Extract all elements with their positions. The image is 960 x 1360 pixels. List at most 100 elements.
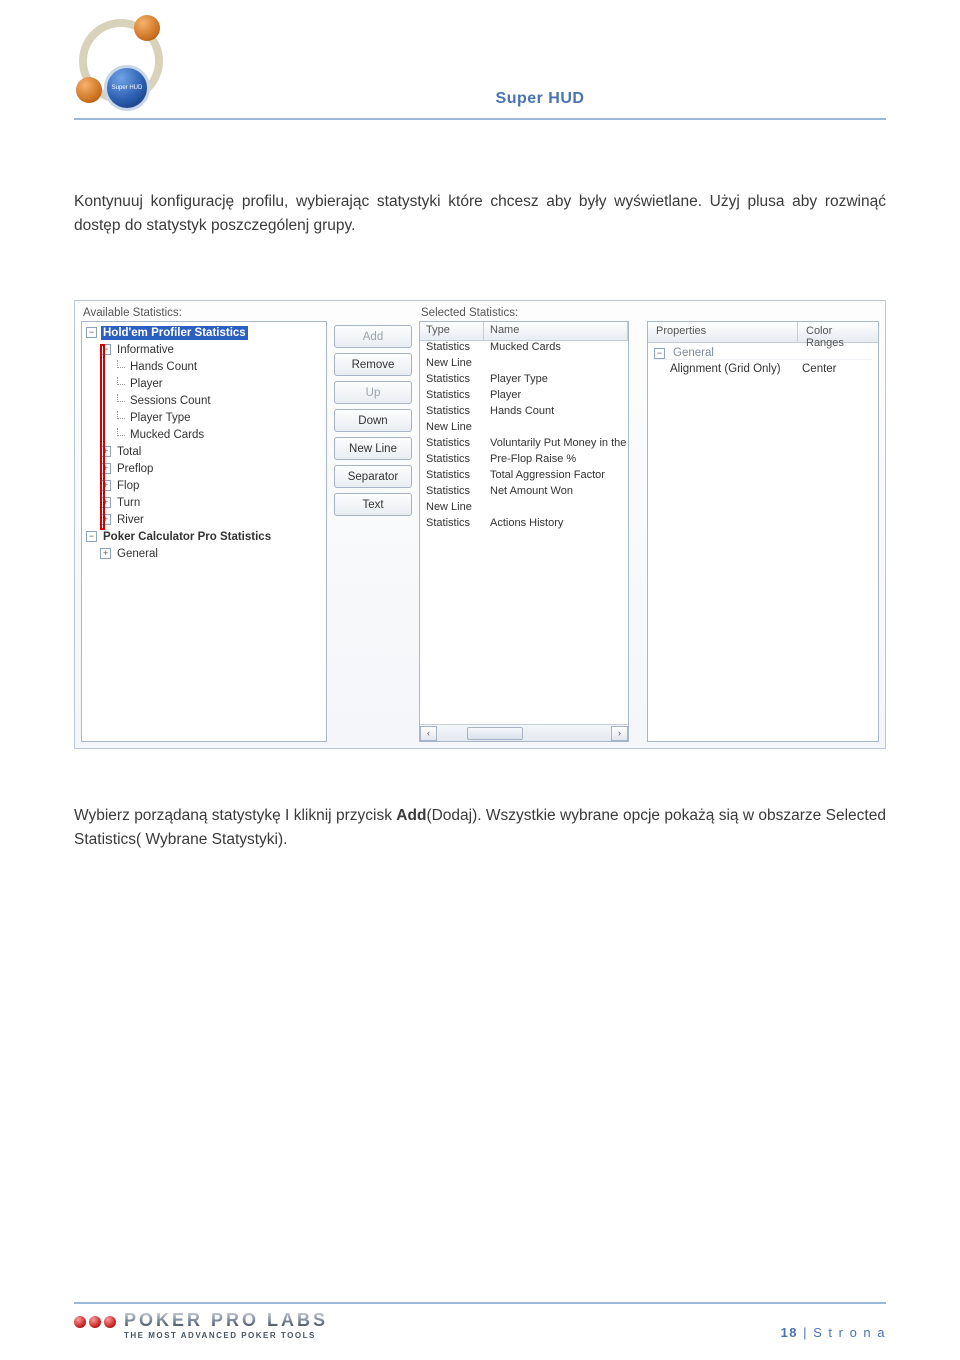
list-item[interactable]: New Line xyxy=(420,501,628,517)
stats-config-panel: Available Statistics: −Hold'em Profiler … xyxy=(74,300,886,749)
tree-item-label: Hold'em Profiler Statistics xyxy=(101,326,248,340)
property-name: Alignment (Grid Only) xyxy=(654,363,802,375)
tree-item[interactable]: Player Type xyxy=(82,409,326,426)
list-item[interactable]: StatisticsTotal Aggression Factor xyxy=(420,469,628,485)
up-button[interactable]: Up xyxy=(334,381,412,404)
list-item-type: Statistics xyxy=(420,373,484,389)
property-value: Center xyxy=(802,363,872,375)
list-item-type: Statistics xyxy=(420,341,484,357)
list-item-name: Actions History xyxy=(484,517,628,533)
tree-item[interactable]: +General xyxy=(82,545,326,562)
list-item-name: Player Type xyxy=(484,373,628,389)
collapse-icon[interactable]: − xyxy=(86,327,97,338)
tree-item[interactable]: Hands Count xyxy=(82,358,326,375)
properties-panel: Properties Color Ranges − General Alignm… xyxy=(647,321,879,742)
remove-button[interactable]: Remove xyxy=(334,353,412,376)
list-item-name xyxy=(484,421,628,437)
list-item-type: New Line xyxy=(420,357,484,373)
expand-icon[interactable]: + xyxy=(100,497,111,508)
tree-item[interactable]: + Turn xyxy=(82,494,326,511)
brand-tagline: THE MOST ADVANCED POKER TOOLS xyxy=(124,1331,328,1340)
col-header-type[interactable]: Type xyxy=(420,322,484,340)
scroll-thumb[interactable] xyxy=(467,727,523,740)
tree-item[interactable]: + Preflop xyxy=(82,460,326,477)
page-footer: POKER PRO LABS THE MOST ADVANCED POKER T… xyxy=(74,1302,886,1340)
tree-item[interactable]: −Hold'em Profiler Statistics xyxy=(82,324,326,341)
page-header: Super HUD Super HUD xyxy=(74,20,886,120)
add-button[interactable]: Add xyxy=(334,325,412,348)
page-title: Super HUD xyxy=(194,90,886,112)
collapse-icon[interactable]: − xyxy=(86,531,97,542)
tree-item-label: Player Type xyxy=(128,412,191,424)
expand-icon[interactable]: + xyxy=(100,463,111,474)
intro-paragraph: Kontynuuj konfigurację profilu, wybieraj… xyxy=(74,190,886,238)
list-item-name: Net Amount Won xyxy=(484,485,628,501)
list-item[interactable]: StatisticsPre-Flop Raise % xyxy=(420,453,628,469)
scroll-left-icon[interactable]: ‹ xyxy=(420,726,437,741)
tree-item[interactable]: Sessions Count xyxy=(82,392,326,409)
list-item-name: Player xyxy=(484,389,628,405)
selected-label: Selected Statistics: xyxy=(421,307,629,319)
list-item[interactable]: StatisticsMucked Cards xyxy=(420,341,628,357)
color-ranges-tab[interactable]: Color Ranges xyxy=(798,322,878,342)
list-item-type: New Line xyxy=(420,421,484,437)
scroll-right-icon[interactable]: › xyxy=(611,726,628,741)
col-header-name[interactable]: Name xyxy=(484,322,628,340)
available-tree[interactable]: −Hold'em Profiler Statistics−Informative… xyxy=(81,321,327,742)
tree-item[interactable]: Player xyxy=(82,375,326,392)
expand-icon[interactable]: + xyxy=(100,480,111,491)
selected-list[interactable]: Type Name StatisticsMucked CardsNew Line… xyxy=(419,321,629,742)
list-item-type: Statistics xyxy=(420,453,484,469)
tree-item[interactable]: Mucked Cards xyxy=(82,426,326,443)
list-item-type: Statistics xyxy=(420,437,484,453)
tree-item-label: Sessions Count xyxy=(128,395,211,407)
expand-icon[interactable]: + xyxy=(100,446,111,457)
tree-item[interactable]: + Total xyxy=(82,443,326,460)
expand-icon[interactable]: + xyxy=(100,548,111,559)
tree-item[interactable]: −Poker Calculator Pro Statistics xyxy=(82,528,326,545)
list-item[interactable]: StatisticsVoluntarily Put Money in the xyxy=(420,437,628,453)
app-logo: Super HUD xyxy=(74,17,184,112)
horizontal-scrollbar[interactable]: ‹ › xyxy=(420,724,628,741)
tree-item-label: Poker Calculator Pro Statistics xyxy=(101,531,271,543)
property-row[interactable]: Alignment (Grid Only)Center xyxy=(654,359,872,377)
list-item[interactable]: StatisticsPlayer Type xyxy=(420,373,628,389)
list-item[interactable]: StatisticsPlayer xyxy=(420,389,628,405)
expand-icon[interactable]: + xyxy=(100,514,111,525)
list-item-name: Pre-Flop Raise % xyxy=(484,453,628,469)
list-item-name: Total Aggression Factor xyxy=(484,469,628,485)
properties-tab[interactable]: Properties xyxy=(648,322,798,342)
list-item[interactable]: StatisticsNet Amount Won xyxy=(420,485,628,501)
tree-item-label: Turn xyxy=(115,497,140,509)
list-item[interactable]: New Line xyxy=(420,357,628,373)
list-item[interactable]: New Line xyxy=(420,421,628,437)
property-category: General xyxy=(673,347,714,359)
available-label: Available Statistics: xyxy=(83,307,327,319)
down-button[interactable]: Down xyxy=(334,409,412,432)
list-item-type: Statistics xyxy=(420,405,484,421)
tree-item[interactable]: −Informative xyxy=(82,341,326,358)
collapse-icon[interactable]: − xyxy=(100,344,111,355)
list-item-name xyxy=(484,501,628,517)
list-item[interactable]: StatisticsHands Count xyxy=(420,405,628,421)
chip-text: Super HUD xyxy=(112,85,143,91)
tree-item[interactable]: + Flop xyxy=(82,477,326,494)
tree-item-label: Mucked Cards xyxy=(128,429,204,441)
page-number: 18 | S t r o n a xyxy=(781,1325,886,1340)
tree-item-label: Total xyxy=(115,446,141,458)
collapse-icon[interactable]: − xyxy=(654,348,665,359)
tree-item-label: Flop xyxy=(115,480,139,492)
tree-item-label: Player xyxy=(128,378,163,390)
list-item[interactable]: StatisticsActions History xyxy=(420,517,628,533)
tree-item[interactable]: + River xyxy=(82,511,326,528)
newline-button[interactable]: New Line xyxy=(334,437,412,460)
text-button[interactable]: Text xyxy=(334,493,412,516)
tree-item-label: River xyxy=(115,514,144,526)
tree-item-label: Preflop xyxy=(115,463,153,475)
separator-button[interactable]: Separator xyxy=(334,465,412,488)
list-item-name xyxy=(484,357,628,373)
brand-logo: POKER PRO LABS THE MOST ADVANCED POKER T… xyxy=(74,1310,328,1340)
list-item-type: Statistics xyxy=(420,389,484,405)
tree-item-label: Hands Count xyxy=(128,361,197,373)
brand-name: POKER PRO LABS xyxy=(124,1310,328,1331)
